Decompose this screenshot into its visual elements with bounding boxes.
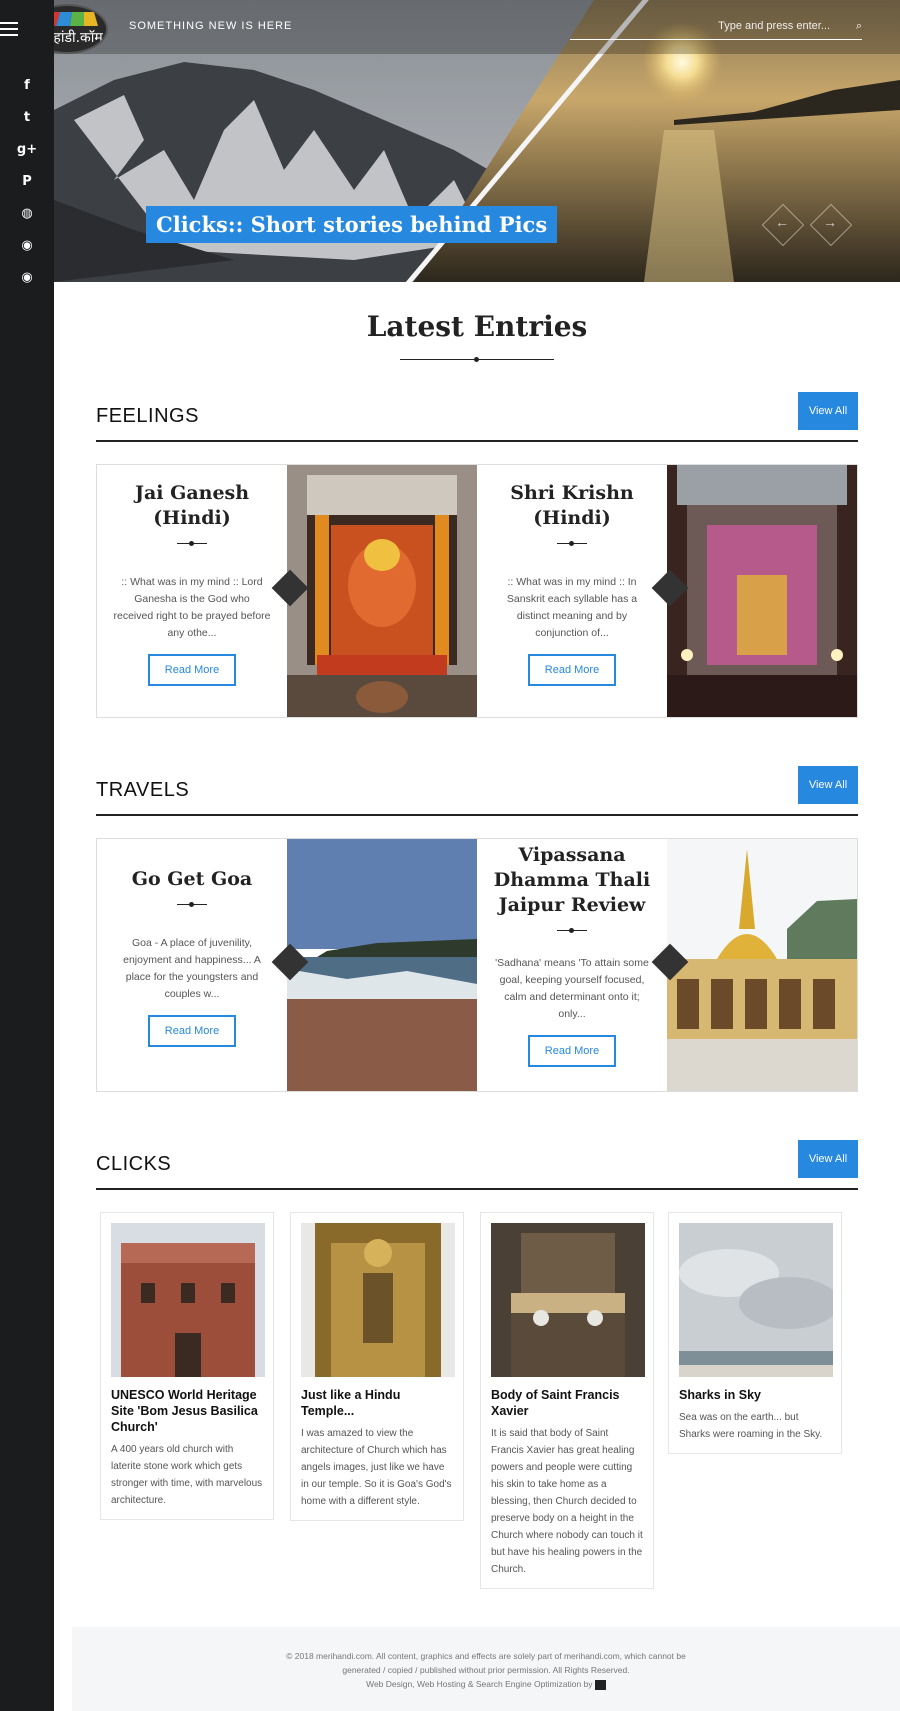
gallery-item[interactable]: Just like a Hindu Temple... I was amazed…	[290, 1212, 464, 1521]
title-divider	[400, 357, 554, 362]
gallery-image[interactable]	[679, 1223, 833, 1377]
gallery-item[interactable]: Sharks in Sky Sea was on the earth... bu…	[668, 1212, 842, 1454]
post-title[interactable]: Shri Krishn (Hindi)	[493, 481, 651, 531]
view-all-button[interactable]: View All	[798, 1140, 858, 1178]
globe-icon[interactable]: ◍	[0, 198, 54, 230]
gallery-image[interactable]	[301, 1223, 455, 1377]
pinterest-icon[interactable]: P	[0, 166, 54, 198]
gallery-image[interactable]	[491, 1223, 645, 1377]
arrow-left-icon: ←	[775, 214, 789, 230]
gallery-item-title[interactable]: Body of Saint Francis Xavier	[491, 1387, 643, 1419]
post-card: Go Get Goa Goa - A place of juvenility, …	[97, 839, 477, 1091]
post-title[interactable]: Jai Ganesh (Hindi)	[113, 481, 271, 531]
top-bar: मेरी हांडी.कॉम SOMETHING NEW IS HERE ⌕	[26, 0, 900, 54]
designer-logo-icon[interactable]	[594, 1679, 606, 1690]
site-tagline: SOMETHING NEW IS HERE	[129, 20, 293, 32]
gallery-item-title[interactable]: Sharks in Sky	[679, 1387, 831, 1403]
twitter-icon[interactable]: t	[0, 102, 54, 134]
post-image[interactable]	[667, 465, 857, 717]
latest-entries-title: Latest Entries	[366, 310, 588, 343]
rss-icon[interactable]: ◉	[0, 230, 54, 262]
slider-prev-button[interactable]: ←	[760, 202, 805, 247]
gallery-item-text: Sea was on the earth... but Sharks were …	[679, 1412, 823, 1440]
read-more-button[interactable]: Read More	[528, 654, 616, 686]
slider-next-button[interactable]: →	[808, 202, 853, 247]
gallery-item-title[interactable]: UNESCO World Heritage Site 'Bom Jesus Ba…	[111, 1387, 263, 1435]
gallery-item[interactable]: Body of Saint Francis Xavier It is said …	[480, 1212, 654, 1589]
post-excerpt: :: What was in my mind :: In Sanskrit ea…	[506, 576, 638, 639]
section-title: TRAVELS	[96, 779, 190, 801]
gallery-item-text: I was amazed to view the architecture of…	[301, 1428, 452, 1507]
gallery-item-title[interactable]: Just like a Hindu Temple...	[301, 1387, 453, 1419]
post-excerpt: :: What was in my mind :: Lord Ganesha i…	[113, 576, 271, 639]
read-more-button[interactable]: Read More	[528, 1035, 616, 1067]
footer-copyright-line-2: generated / copied / published without p…	[342, 1665, 630, 1675]
footer-credit: Web Design, Web Hosting & Search Engine …	[366, 1679, 593, 1689]
main-content: Latest Entries	[54, 282, 900, 362]
read-more-button[interactable]: Read More	[148, 1015, 236, 1047]
post-title[interactable]: Vipassana Dhamma Thali Jaipur Review	[493, 843, 651, 918]
post-image[interactable]	[287, 465, 477, 717]
gallery-item-text: A 400 years old church with laterite sto…	[111, 1444, 263, 1506]
post-excerpt: 'Sadhana' means 'To attain some goal, ke…	[495, 957, 649, 1020]
view-all-button[interactable]: View All	[798, 766, 858, 804]
facebook-icon[interactable]: f	[0, 70, 54, 102]
social-links: f t g+ P ◍ ◉ ◉	[0, 70, 54, 294]
read-more-button[interactable]: Read More	[148, 654, 236, 686]
search-icon[interactable]: ⌕	[856, 20, 862, 33]
post-card: Vipassana Dhamma Thali Jaipur Review 'Sa…	[477, 839, 857, 1091]
section-feelings: FEELINGS View All Jai Ganesh (Hindi) :: …	[96, 392, 858, 718]
post-title[interactable]: Go Get Goa	[113, 867, 271, 892]
rss-icon[interactable]: ◉	[0, 262, 54, 294]
section-clicks: CLICKS View All UNESCO World Heritage Si…	[96, 1140, 858, 1589]
section-title: CLICKS	[96, 1153, 172, 1175]
section-travels: TRAVELS View All Go Get Goa Goa - A plac…	[96, 766, 858, 1092]
search-input[interactable]	[570, 16, 830, 32]
section-title: FEELINGS	[96, 405, 199, 427]
post-image[interactable]	[287, 839, 477, 1091]
search-box: ⌕	[570, 16, 862, 40]
post-card: Jai Ganesh (Hindi) :: What was in my min…	[97, 465, 477, 717]
footer-copyright-line-1: © 2018 merihandi.com. All content, graph…	[286, 1651, 686, 1661]
gallery-item-text: It is said that body of Saint Francis Xa…	[491, 1428, 643, 1575]
menu-icon[interactable]	[0, 22, 18, 36]
gallery-item[interactable]: UNESCO World Heritage Site 'Bom Jesus Ba…	[100, 1212, 274, 1520]
post-card: Shri Krishn (Hindi) :: What was in my mi…	[477, 465, 857, 717]
gallery-image[interactable]	[111, 1223, 265, 1377]
google-plus-icon[interactable]: g+	[0, 134, 54, 166]
left-sidebar: f t g+ P ◍ ◉ ◉	[0, 0, 54, 1711]
footer: © 2018 merihandi.com. All content, graph…	[72, 1627, 900, 1711]
post-image[interactable]	[667, 839, 857, 1091]
hero-slide-title[interactable]: Clicks:: Short stories behind Pics	[146, 206, 558, 243]
arrow-right-icon: →	[823, 214, 837, 230]
view-all-button[interactable]: View All	[798, 392, 858, 430]
post-excerpt: Goa - A place of juvenility, enjoyment a…	[123, 937, 261, 1000]
